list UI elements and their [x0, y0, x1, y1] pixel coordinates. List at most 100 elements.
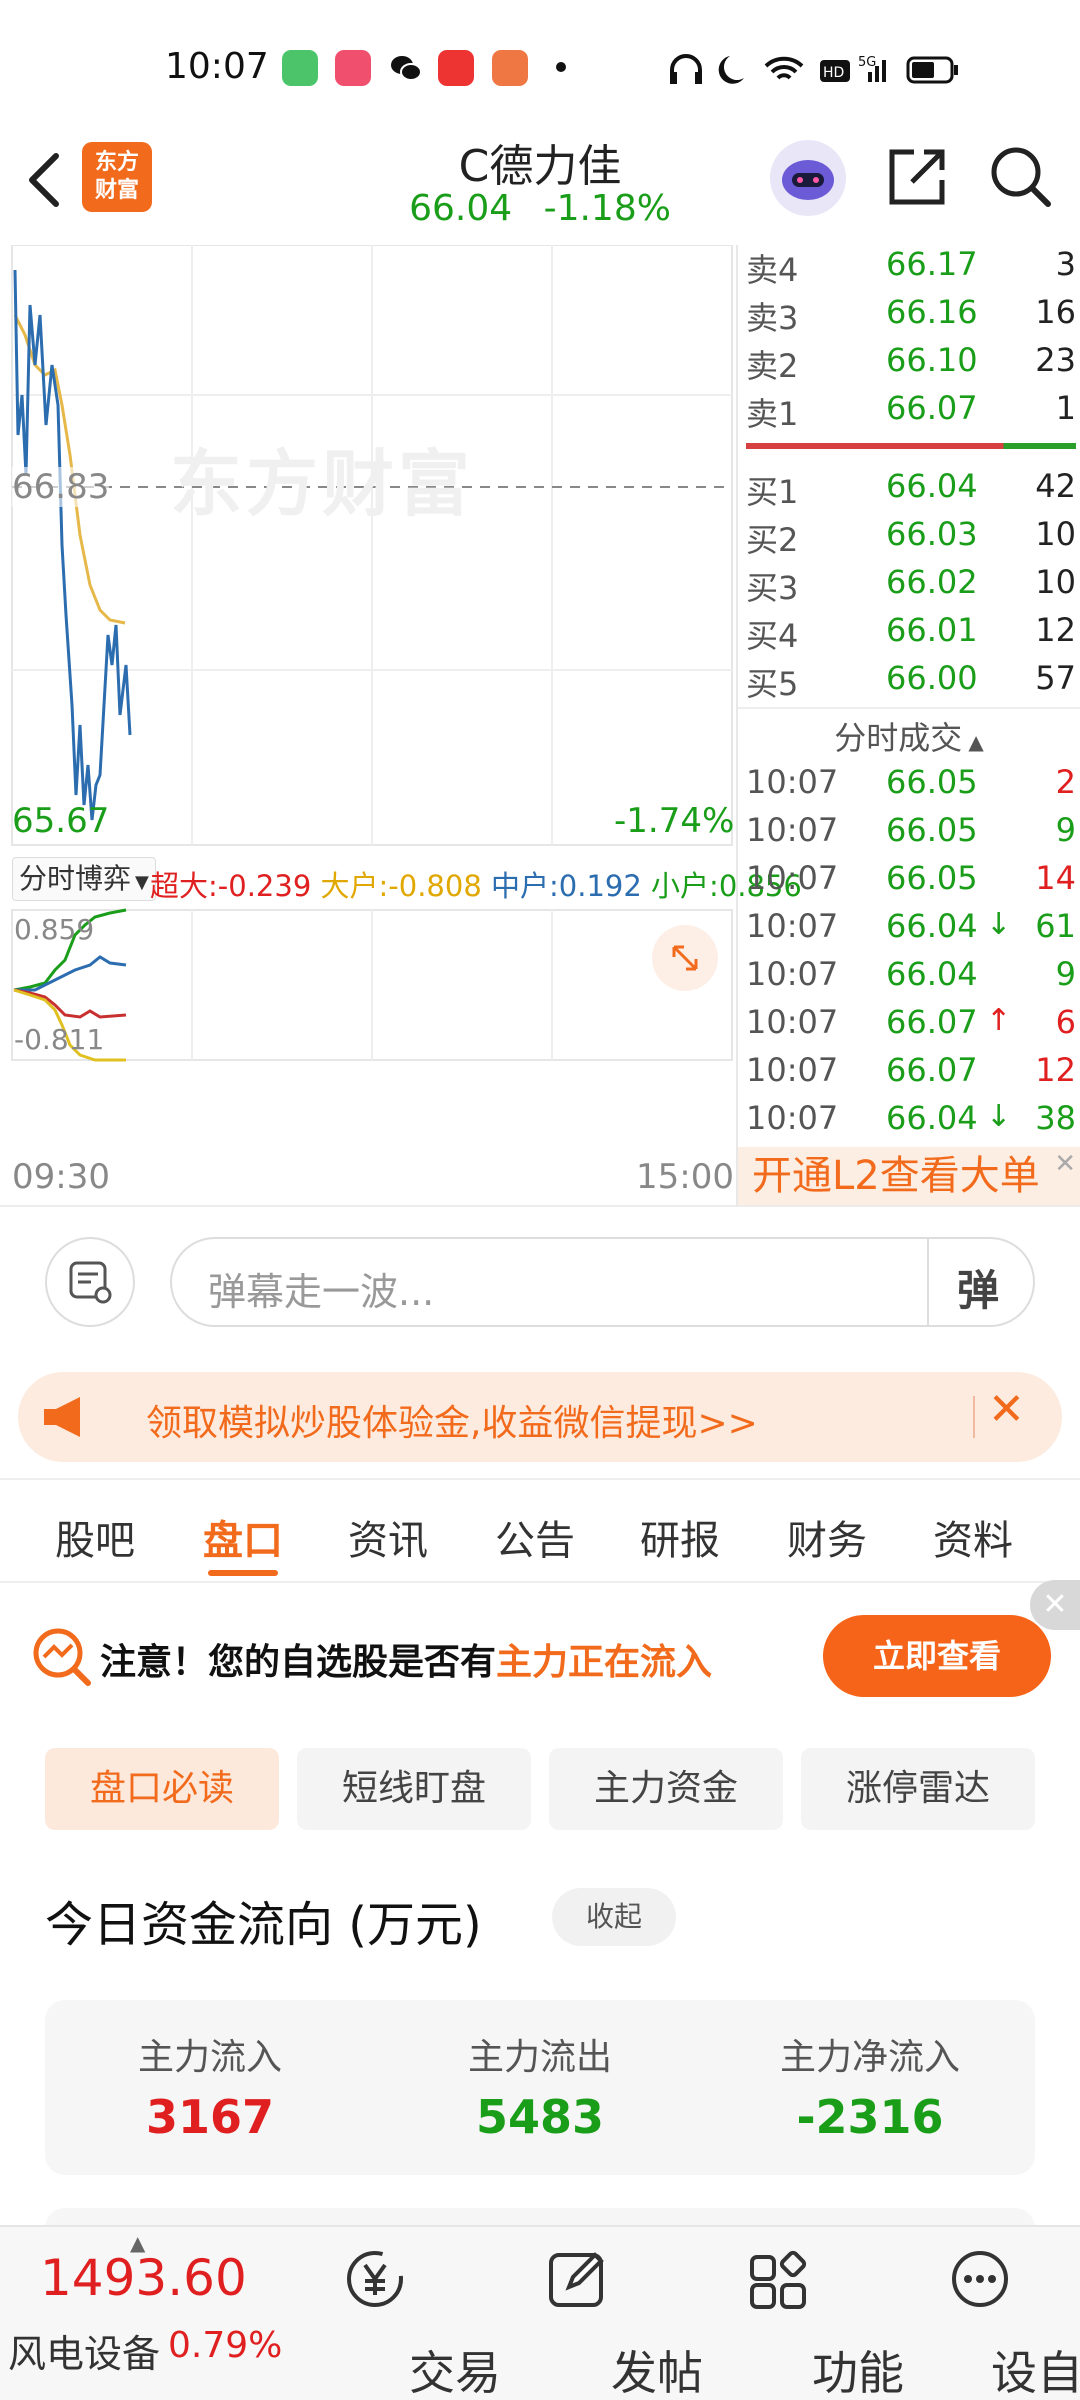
trade-time: 10:07 — [746, 763, 839, 801]
assistant-robot-icon[interactable] — [770, 140, 846, 216]
collapse-button[interactable]: 收起 — [552, 1888, 676, 1946]
trade-time: 10:07 — [746, 1051, 839, 1089]
trade-time: 10:07 — [746, 1099, 839, 1137]
danmaku-toggle-icon[interactable]: 弹 — [957, 1257, 999, 1318]
back-icon[interactable] — [22, 150, 66, 210]
tab-announcements[interactable]: 公告 — [495, 1508, 575, 1566]
ask-label: 卖4 — [746, 251, 799, 289]
bid-volume: 42 — [1035, 467, 1076, 505]
system-status-icons: HD 5G — [670, 54, 958, 84]
subtab-limit-radar[interactable]: 涨停雷达 — [801, 1748, 1035, 1830]
stock-header: 东方 财富 C德力佳 66.04 -1.18% — [0, 130, 1080, 245]
trade-price: 66.04 — [886, 955, 978, 993]
ask-label: 卖1 — [746, 395, 799, 433]
megaphone-icon — [44, 1397, 80, 1437]
flow-net-value: -2316 — [796, 2090, 944, 2144]
bid-price: 66.01 — [886, 611, 978, 649]
flow-title: 今日资金流向 (万元) — [45, 1885, 482, 1955]
trade-volume: 9 — [1055, 955, 1076, 993]
legend-label: 小户: — [651, 869, 719, 903]
low-price-label: 65.67 — [12, 801, 110, 841]
subtab-must-read[interactable]: 盘口必读 — [45, 1748, 279, 1830]
status-time: 10:07 — [165, 46, 269, 87]
ask-price: 66.17 — [886, 245, 978, 283]
logo-line-1: 东方 — [94, 150, 139, 175]
post-button[interactable]: 发帖 — [497, 2227, 703, 2400]
trade-time: 10:07 — [746, 859, 839, 897]
notice-banner: 注意！您的自选股是否有主力正在流入 立即查看 ✕ — [0, 1580, 1080, 1730]
tab-research[interactable]: 研报 — [640, 1508, 720, 1566]
indicator-select[interactable]: 分时博弈 ▼ — [12, 857, 156, 901]
trade-price: 66.05 — [886, 859, 978, 897]
trade-arrow-up-icon: ↑ — [986, 1003, 1012, 1038]
app-notification-icon — [282, 50, 318, 86]
add-watchlist-button[interactable]: 设自选 — [900, 2227, 1080, 2400]
close-icon[interactable]: ✕ — [1054, 1135, 1076, 1193]
divider — [738, 707, 1080, 709]
search-icon[interactable] — [988, 144, 1054, 210]
close-icon[interactable]: ✕ — [1030, 1580, 1080, 1630]
subtab-main-funds[interactable]: 主力资金 — [549, 1748, 783, 1830]
sector-index[interactable]: ▲ 1493.60 风电设备 0.79% — [0, 2227, 300, 2400]
stock-price: 66.04 — [409, 188, 513, 229]
trade-volume: 61 — [1035, 907, 1076, 945]
ask-price: 66.07 — [886, 389, 978, 427]
tab-news[interactable]: 资讯 — [348, 1508, 428, 1566]
trade-price: 66.04 — [886, 1099, 978, 1137]
danmaku-input[interactable]: 弹幕走一波... 弹 — [170, 1237, 1035, 1327]
low-pct-label: -1.74% — [614, 801, 735, 841]
trade-volume: 6 — [1055, 1003, 1076, 1041]
notice-highlight: 主力正在流入 — [496, 1642, 713, 1683]
ask-label: 卖3 — [746, 299, 799, 337]
trade-time: 10:07 — [746, 1003, 839, 1041]
grid-icon — [750, 2250, 807, 2309]
trade-price: 66.05 — [886, 811, 978, 849]
ask-row: 卖2 66.10 23 — [746, 341, 1076, 389]
trade-button[interactable]: 交易 — [295, 2227, 501, 2400]
ask-price: 66.16 — [886, 293, 978, 331]
trades-title[interactable]: 分时成交 ▲ — [738, 713, 1080, 759]
ask-volume: 3 — [1055, 245, 1076, 283]
tab-profile[interactable]: 资料 — [933, 1508, 1013, 1566]
trade-row: 10:07 66.05 14 — [746, 859, 1076, 907]
trade-volume: 9 — [1055, 811, 1076, 849]
tab-guba[interactable]: 股吧 — [55, 1508, 135, 1566]
functions-button[interactable]: 功能 — [698, 2227, 904, 2400]
divider — [927, 1239, 929, 1325]
ask-row: 卖4 66.17 3 — [746, 245, 1076, 293]
danmaku-settings-icon[interactable] — [45, 1237, 135, 1327]
bid-price: 66.04 — [886, 467, 978, 505]
intraday-chart[interactable]: 东方财富 66.83 65.67 -1.74% 分时博弈 ▼ 超大:-0.239 … — [0, 245, 802, 1205]
bottom-bar: ▲ 1493.60 风电设备 0.79% 交易 发帖 功能 设自选 — [0, 2225, 1080, 2400]
tab-finance[interactable]: 财务 — [787, 1508, 867, 1566]
bid-volume: 12 — [1035, 611, 1076, 649]
bid-row: 买1 66.04 42 — [746, 467, 1076, 515]
bid-label: 买3 — [746, 569, 799, 607]
tab-pankou[interactable]: 盘口 — [203, 1508, 283, 1566]
ask-label: 卖2 — [746, 347, 799, 385]
share-icon[interactable] — [884, 144, 950, 210]
logo-line-2: 财富 — [94, 178, 139, 203]
close-icon[interactable]: ✕ — [988, 1384, 1025, 1435]
expand-icon[interactable] — [652, 925, 718, 991]
bid-price: 66.03 — [886, 515, 978, 553]
yuan-icon — [347, 2251, 403, 2307]
trade-time: 10:07 — [746, 907, 839, 945]
section-tabs: 股吧 盘口 资讯 公告 研报 财务 资料 — [0, 1478, 1080, 1583]
l2-upgrade-banner[interactable]: 开通L2查看大单 ✕ — [738, 1147, 1080, 1205]
ask-row: 卖3 66.16 16 — [746, 293, 1076, 341]
trade-row: 10:07 66.05 2 — [746, 763, 1076, 811]
bid-label: 买5 — [746, 665, 799, 703]
view-now-button[interactable]: 立即查看 — [823, 1615, 1051, 1697]
more-dot-icon — [556, 62, 566, 72]
fund-flow-card: 主力流入 3167 主力流出 5483 主力净流入 -2316 — [45, 2000, 1035, 2175]
legend-label: 大户: — [320, 869, 389, 903]
subtab-short-watch[interactable]: 短线盯盘 — [297, 1748, 531, 1830]
trade-volume: 2 — [1055, 763, 1076, 801]
promo-banner[interactable]: 领取模拟炒股体验金,收益微信提现>> ✕ — [18, 1372, 1062, 1462]
add-watchlist-label: 设自选 — [991, 2346, 1080, 2400]
trade-arrow-down-icon: ↓ — [986, 1099, 1012, 1134]
trade-row: 10:07 66.04 ↓ 38 — [746, 1099, 1076, 1147]
ask-row: 卖1 66.07 1 — [746, 389, 1076, 437]
stock-quote: 66.04 -1.18% — [340, 188, 740, 229]
